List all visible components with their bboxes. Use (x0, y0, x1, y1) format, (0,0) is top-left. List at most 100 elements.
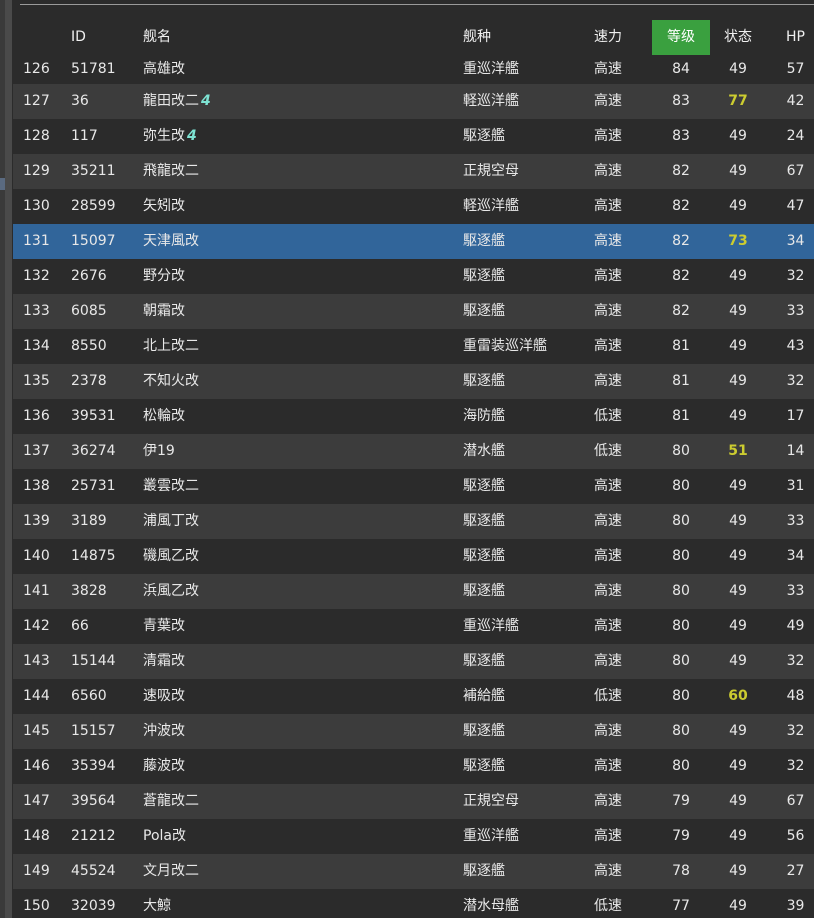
row-name: 文月改二 (143, 854, 463, 889)
row-no: 146 (23, 758, 50, 774)
row-hp: 49 (786, 618, 805, 634)
row-cond: 49 (729, 653, 747, 669)
row-hp: 31 (786, 478, 805, 494)
row-level: 82 (672, 198, 690, 214)
row-level: 83 (672, 93, 690, 109)
table-row[interactable]: 129 35211 飛龍改二 正規空母 高速 82 49 67 (13, 154, 814, 189)
row-id: 39564 (71, 793, 116, 809)
table-row[interactable]: 150 32039 大鯨 潜水母艦 低速 77 49 39 (13, 889, 814, 918)
row-type: 海防艦 (463, 408, 505, 424)
row-id: 36274 (71, 443, 116, 459)
row-level: 80 (672, 758, 690, 774)
ship-name-text: 文月改二 (143, 863, 199, 879)
table-row[interactable]: 128 117 弥生改 4 駆逐艦 高速 83 49 24 (13, 119, 814, 154)
row-type: 駆逐艦 (463, 548, 505, 564)
table-row[interactable]: 142 66 青葉改 重巡洋艦 高速 80 49 49 (13, 609, 814, 644)
row-hp: 32 (786, 723, 805, 739)
row-speed: 高速 (594, 618, 622, 634)
table-row[interactable]: 147 39564 蒼龍改二 正規空母 高速 79 49 67 (13, 784, 814, 819)
table-row[interactable]: 132 2676 野分改 駆逐艦 高速 82 49 32 (13, 259, 814, 294)
row-name: 飛龍改二 (143, 154, 463, 189)
ship-name-text: 朝霜改 (143, 303, 185, 319)
row-type: 重巡洋艦 (463, 828, 519, 844)
row-type: 駆逐艦 (463, 863, 505, 879)
row-type: 正規空母 (463, 793, 519, 809)
table-row[interactable]: 141 3828 浜風乙改 駆逐艦 高速 80 49 33 (13, 574, 814, 609)
table-row[interactable]: 137 36274 伊19 潜水艦 低速 80 51 14 (13, 434, 814, 469)
row-name: 矢矧改 (143, 189, 463, 224)
table-row[interactable]: 139 3189 浦風丁改 駆逐艦 高速 80 49 33 (13, 504, 814, 539)
row-id: 35394 (71, 758, 116, 774)
row-hp: 33 (786, 513, 805, 529)
row-speed: 高速 (594, 548, 622, 564)
table-row[interactable]: 143 15144 清霜改 駆逐艦 高速 80 49 32 (13, 644, 814, 679)
ship-name-text: 清霜改 (143, 653, 185, 669)
row-cond: 49 (729, 793, 747, 809)
table-row[interactable]: 138 25731 叢雲改二 駆逐艦 高速 80 49 31 (13, 469, 814, 504)
header-no[interactable] (23, 20, 63, 55)
row-speed: 低速 (594, 408, 622, 424)
row-hp: 32 (786, 653, 805, 669)
table-row[interactable]: 131 15097 天津風改 駆逐艦 高速 82 73 34 (13, 224, 814, 259)
row-hp: 33 (786, 583, 805, 599)
row-type: 駆逐艦 (463, 653, 505, 669)
table-row[interactable]: 146 35394 藤波改 駆逐艦 高速 80 49 32 (13, 749, 814, 784)
row-speed: 低速 (594, 688, 622, 704)
header-level-sorted[interactable]: 等级 (652, 20, 710, 55)
row-id: 117 (71, 128, 98, 144)
row-cond: 49 (729, 128, 747, 144)
row-name: 弥生改 4 (143, 119, 463, 154)
table-row[interactable]: 149 45524 文月改二 駆逐艦 高速 78 49 27 (13, 854, 814, 889)
table-row[interactable]: 135 2378 不知火改 駆逐艦 高速 81 49 32 (13, 364, 814, 399)
row-no: 128 (23, 128, 50, 144)
row-cond: 49 (729, 478, 747, 494)
row-level: 79 (672, 828, 690, 844)
row-id: 6560 (71, 688, 107, 704)
ship-name-text: 龍田改二 (143, 93, 199, 109)
row-speed: 高速 (594, 583, 622, 599)
row-cond: 60 (728, 688, 748, 704)
row-speed: 高速 (594, 128, 622, 144)
table-row[interactable]: 126 51781 高雄改 重巡洋艦 高速 84 49 57 (13, 55, 814, 84)
ship-name-text: 浜風乙改 (143, 583, 199, 599)
header-speed[interactable]: 速力 (594, 20, 654, 55)
row-speed: 高速 (594, 793, 622, 809)
row-speed: 高速 (594, 373, 622, 389)
header-id[interactable]: ID (71, 20, 139, 55)
row-cond: 49 (729, 61, 747, 77)
row-level: 79 (672, 793, 690, 809)
table-row[interactable]: 134 8550 北上改二 重雷装巡洋艦 高速 81 49 43 (13, 329, 814, 364)
table-body: 126 51781 高雄改 重巡洋艦 高速 84 49 57 127 36 龍田改二 4 軽巡洋艦 高速 8… (13, 55, 814, 918)
row-no: 135 (23, 373, 50, 389)
row-cond: 73 (728, 233, 748, 249)
row-no: 127 (23, 93, 50, 109)
table-row[interactable]: 140 14875 磯風乙改 駆逐艦 高速 80 49 34 (13, 539, 814, 574)
header-cond[interactable]: 状态 (710, 20, 766, 55)
header-name[interactable]: 舰名 (143, 20, 463, 55)
row-hp: 43 (786, 338, 805, 354)
row-speed: 高速 (594, 268, 622, 284)
table-row[interactable]: 136 39531 松輪改 海防艦 低速 81 49 17 (13, 399, 814, 434)
header-type[interactable]: 舰种 (463, 20, 593, 55)
row-name: 藤波改 (143, 749, 463, 784)
row-cond: 49 (729, 898, 747, 914)
table-row[interactable]: 133 6085 朝霜改 駆逐艦 高速 82 49 33 (13, 294, 814, 329)
ship-name-text: Pola改 (143, 828, 186, 844)
table-row[interactable]: 148 21212 Pola改 重巡洋艦 高速 79 49 56 (13, 819, 814, 854)
row-level: 83 (672, 128, 690, 144)
table-row[interactable]: 130 28599 矢矧改 軽巡洋艦 高速 82 49 47 (13, 189, 814, 224)
row-id: 15157 (71, 723, 116, 739)
row-type: 潜水母艦 (463, 898, 519, 914)
row-no: 136 (23, 408, 50, 424)
ship-name-text: 高雄改 (143, 61, 185, 77)
row-cond: 51 (728, 443, 748, 459)
row-name: 龍田改二 4 (143, 84, 463, 119)
table-row[interactable]: 145 15157 沖波改 駆逐艦 高速 80 49 32 (13, 714, 814, 749)
row-level: 82 (672, 233, 690, 249)
table-header-row: ID 舰名 舰种 速力 等级 状态 HP (13, 20, 814, 55)
table-row[interactable]: 127 36 龍田改二 4 軽巡洋艦 高速 83 77 42 (13, 84, 814, 119)
row-id: 14875 (71, 548, 116, 564)
header-hp[interactable]: HP (777, 20, 814, 55)
ship-name-text: 沖波改 (143, 723, 185, 739)
table-row[interactable]: 144 6560 速吸改 補給艦 低速 80 60 48 (13, 679, 814, 714)
